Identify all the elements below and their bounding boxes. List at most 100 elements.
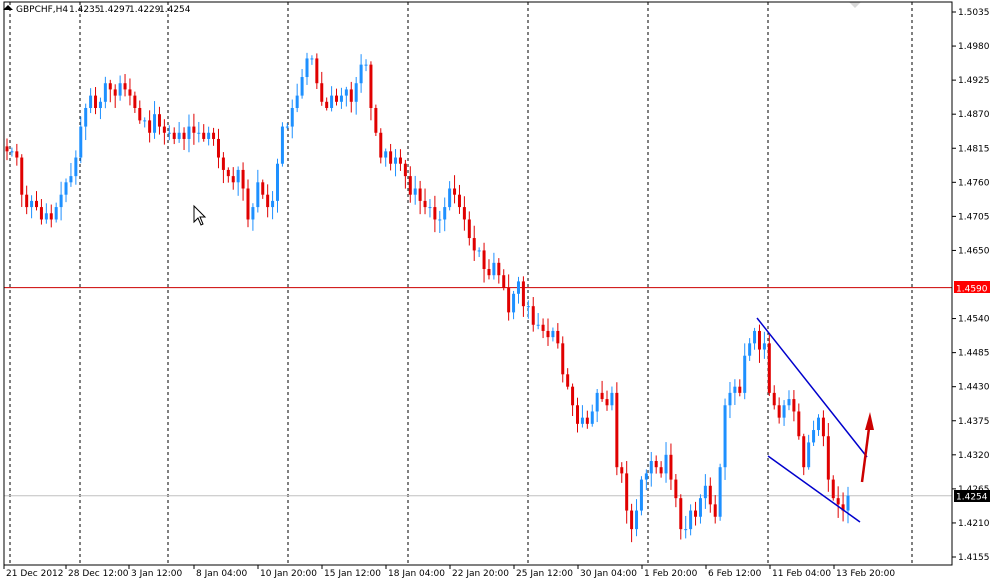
candle-body [453,188,457,195]
candle-body [492,262,496,276]
x-tick-label: 18 Jan 04:00 [388,569,445,579]
candle-body [654,461,658,468]
candle-body [54,207,58,220]
candle-body [580,417,584,424]
candle-body [689,510,693,530]
candle-body [285,126,289,128]
candle-body [821,417,825,437]
candle-body [576,405,580,424]
candle-body [221,157,225,170]
candle-body [403,163,407,177]
candle-body [231,176,235,183]
candle-body [610,392,614,406]
candle-body [428,207,432,209]
candle-body [325,101,329,108]
candle-body [84,107,88,127]
candle-body [266,194,270,208]
x-tick-label: 6 Feb 12:00 [708,569,762,579]
candle-body [797,411,801,437]
candle-body [526,306,530,308]
candle-body [335,95,339,102]
candle-body [320,83,324,102]
candle-body [74,157,78,177]
candle-body [5,146,9,152]
y-tick-label: 1.4155 [958,553,990,563]
price-chart[interactable]: 1.5035 1.4980 1.4925 1.4870 1.4815 1.4760 1.47… [0,0,993,581]
candle-body [639,479,643,511]
candle-body [128,89,132,96]
candle-body [708,485,712,505]
candle-body [590,411,594,424]
candle-body [192,126,196,133]
candle-body [148,120,152,133]
candle-body [143,120,147,122]
candle-body [330,95,334,108]
candle-body [339,95,343,102]
candle-body [374,107,378,133]
candle-body [59,194,63,208]
y-tick-label: 1.4980 [958,42,990,52]
candle-body [202,132,206,139]
candle-body [846,495,850,511]
x-tick-label: 8 Jan 04:00 [196,569,248,579]
candle-body [600,392,604,400]
x-tick-label: 22 Jan 20:00 [452,569,509,579]
candle-body [177,132,181,139]
candle-body [748,343,752,356]
close-value: 1.4254 [159,5,191,15]
candle-body [482,250,486,270]
x-tick-label: 1 Feb 20:00 [644,569,698,579]
candle-body [644,473,648,480]
y-tick-label: 1.4320 [958,451,990,461]
candle-body [349,89,353,102]
candle-body [738,386,742,393]
candle-body [762,343,766,350]
candle-body [767,343,771,393]
candle-body [30,200,34,208]
candle-body [44,213,48,220]
candle-body [113,89,117,96]
candle-body [305,58,309,78]
candle-body [585,417,589,424]
candle-body [669,454,673,480]
candle-body [64,182,68,195]
candle-body [295,95,299,108]
candle-body [408,176,412,195]
candle-body [556,330,560,344]
y-tick-label: 1.4430 [958,383,990,393]
candle-body [89,95,93,108]
y-tick-label: 1.5035 [958,8,990,18]
candle-body [398,157,402,164]
x-tick-label: 21 Dec 2012 [6,569,64,579]
current-price-label: 1.4254 [956,493,988,503]
candle-body [448,188,452,208]
candle-body [551,330,555,338]
y-tick-label: 1.4540 [958,315,990,325]
candle-body [443,207,447,220]
candle-body [216,138,220,158]
candle-body [836,498,840,505]
symbol-label: GBPCHF,H4 [16,5,68,15]
x-tick-label: 15 Jan 12:00 [324,569,381,579]
candle-body [364,64,368,66]
candle-body [172,132,176,139]
candle-body [138,107,142,121]
candle-body [187,126,191,139]
candle-body [713,504,717,517]
candle-body [684,529,688,531]
candle-body [777,405,781,418]
candle-body [246,188,250,220]
candle-body [635,510,639,530]
x-tick-label: 10 Jan 20:00 [260,569,317,579]
candle-body [477,250,481,252]
candle-body [359,64,363,84]
y-tick-label: 1.4650 [958,246,990,256]
candle-body [79,126,83,158]
x-tick-label: 25 Jan 12:00 [516,569,573,579]
candle-body [802,436,806,468]
candle-body [566,374,570,387]
candle-body [133,95,137,108]
candle-body [831,479,835,499]
y-tick-label: 1.4485 [958,349,990,359]
candle-body [674,479,678,499]
